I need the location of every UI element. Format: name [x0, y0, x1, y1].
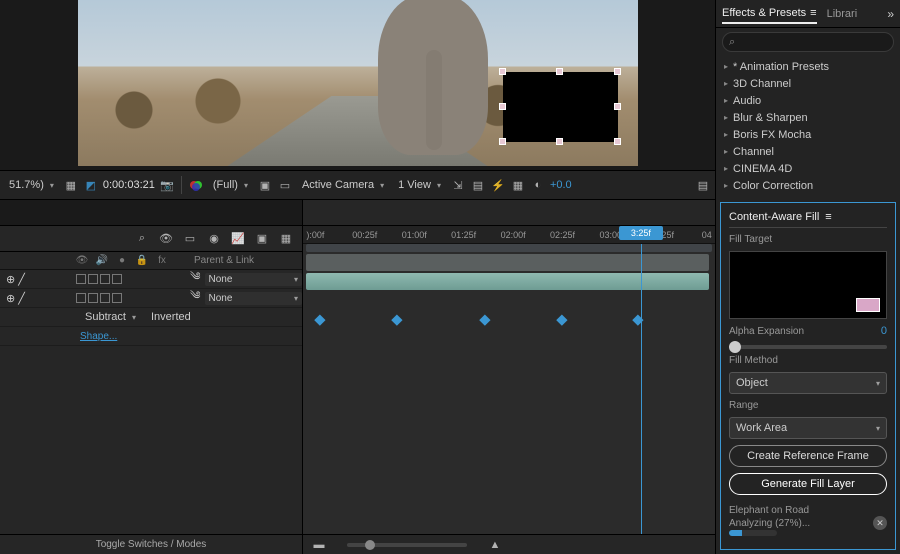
search-icon: ⌕: [729, 36, 735, 49]
effects-tree: ▸* Animation Presets ▸3D Channel ▸Audio …: [716, 56, 900, 196]
mask-visibility-icon[interactable]: ◩: [83, 177, 99, 193]
alpha-expansion-label: Alpha Expansion: [729, 326, 804, 337]
snapshot-icon[interactable]: 📷: [159, 177, 175, 193]
expand-panels-icon[interactable]: »: [887, 7, 894, 21]
timeline-zoom-slider[interactable]: [347, 543, 467, 547]
fill-method-dropdown[interactable]: Object▾: [729, 372, 887, 394]
views-dropdown[interactable]: 1 View▾: [393, 174, 446, 196]
zoom-dropdown[interactable]: 51.7%)▾: [4, 174, 59, 196]
audio-switch-icon: 🔊: [94, 253, 110, 269]
composition-tab[interactable]: [0, 200, 302, 226]
keyframe-icon[interactable]: [556, 314, 567, 325]
parent-dropdown[interactable]: None▾: [205, 292, 302, 305]
hamburger-icon[interactable]: ≡: [810, 7, 816, 19]
fill-method-label: Fill Method: [729, 355, 887, 366]
keyframe-icon[interactable]: [633, 314, 644, 325]
viewer-toolbar: 51.7%)▾ ▦ ◩ 0:00:03:21 📷 (Full)▾ ▣ ▭ Act…: [0, 170, 715, 200]
graph-editor-icon[interactable]: 📈: [230, 231, 246, 247]
keyframe-icon[interactable]: [391, 314, 402, 325]
frame-blend-icon[interactable]: ▭: [182, 231, 198, 247]
effects-category[interactable]: ▸Blur & Sharpen: [716, 109, 900, 126]
mask-handle[interactable]: [614, 103, 621, 110]
current-timecode[interactable]: 0:00:03:21: [103, 179, 155, 191]
layer-row[interactable]: ⊕╱ ༄None▾: [0, 289, 302, 308]
timeline-icon[interactable]: ▦: [510, 177, 526, 193]
status-progress-text: Analyzing (27%)...: [729, 518, 810, 529]
fast-preview-icon[interactable]: ⚡: [490, 177, 506, 193]
motion-blur-icon[interactable]: ◉: [206, 231, 222, 247]
mask-handle[interactable]: [556, 138, 563, 145]
keyframe-icon[interactable]: [480, 314, 491, 325]
effects-category[interactable]: ▸Channel: [716, 143, 900, 160]
solo-switch-icon: ●: [114, 253, 130, 269]
shy-icon[interactable]: 👁: [158, 231, 174, 247]
mask-handle[interactable]: [614, 68, 621, 75]
cancel-button[interactable]: ✕: [873, 516, 887, 530]
panel-title: Content-Aware Fill: [729, 211, 819, 223]
alpha-expansion-slider[interactable]: [729, 345, 887, 349]
range-dropdown[interactable]: Work Area▾: [729, 417, 887, 439]
fill-target-preview: [729, 251, 887, 319]
render-time-icon[interactable]: ▦: [278, 231, 294, 247]
zoom-in-icon[interactable]: ▲: [487, 537, 503, 553]
tab-libraries[interactable]: Librari: [827, 5, 858, 23]
mask-shape[interactable]: [503, 72, 618, 142]
mask-mode-dropdown[interactable]: Subtract▾: [80, 306, 141, 328]
video-switch-icon: 👁: [74, 253, 90, 269]
toggle-switches-button[interactable]: Toggle Switches / Modes: [0, 534, 302, 554]
zoom-out-icon[interactable]: ▬: [311, 537, 327, 553]
mask-shape-link[interactable]: Shape...: [80, 331, 117, 342]
work-area-bar[interactable]: [306, 244, 712, 252]
camera-dropdown[interactable]: Active Camera▾: [297, 174, 389, 196]
effects-category[interactable]: ▸Audio: [716, 92, 900, 109]
effects-search-input[interactable]: ⌕: [722, 32, 894, 52]
mask-handle[interactable]: [556, 68, 563, 75]
status-filename: Elephant on Road: [729, 505, 887, 516]
transparency-grid-icon[interactable]: ▣: [257, 177, 273, 193]
timeline-tracks[interactable]: 3:25f: [303, 244, 715, 534]
pixel-aspect-icon[interactable]: ▤: [470, 177, 486, 193]
resolution-dropdown[interactable]: (Full)▾: [208, 174, 253, 196]
content-aware-fill-panel: Content-Aware Fill ≡ Fill Target Alpha Ex…: [720, 202, 896, 550]
inverted-label[interactable]: Inverted: [151, 311, 191, 323]
timeline-tools: ⌕ 👁 ▭ ◉ 📈 ▣ ▦: [0, 226, 302, 252]
panel-menu-icon[interactable]: ▤: [695, 177, 711, 193]
create-reference-frame-button[interactable]: Create Reference Frame: [729, 445, 887, 467]
fx-switch-icon: fx: [154, 253, 170, 269]
range-label: Range: [729, 400, 887, 411]
tab-effects-presets[interactable]: Effects & Presets≡: [722, 4, 817, 24]
effects-category[interactable]: ▸* Animation Presets: [716, 58, 900, 75]
search-icon[interactable]: ⌕: [134, 231, 150, 247]
keyframe-icon[interactable]: [314, 314, 325, 325]
mask-handle[interactable]: [499, 138, 506, 145]
channels-icon[interactable]: [188, 177, 204, 193]
roi-icon[interactable]: ▭: [277, 177, 293, 193]
lock-switch-icon: 🔒: [134, 253, 150, 269]
fill-target-label: Fill Target: [729, 234, 887, 245]
effects-category[interactable]: ▸Color Correction: [716, 177, 900, 194]
alpha-expansion-value[interactable]: 0: [881, 325, 887, 337]
reset-exposure-icon[interactable]: ◐: [530, 177, 546, 193]
layer-bar[interactable]: [306, 273, 709, 290]
exposure-value[interactable]: +0.0: [550, 179, 572, 191]
mask-handle[interactable]: [614, 138, 621, 145]
draft-3d-icon[interactable]: ▣: [254, 231, 270, 247]
generate-fill-layer-button[interactable]: Generate Fill Layer: [729, 473, 887, 495]
playhead[interactable]: 3:25f: [641, 244, 642, 534]
effects-category[interactable]: ▸CINEMA 4D: [716, 160, 900, 177]
share-view-icon[interactable]: ⇲: [450, 177, 466, 193]
effects-category[interactable]: ▸Boris FX Mocha: [716, 126, 900, 143]
grid-icon[interactable]: ▦: [63, 177, 79, 193]
effects-category[interactable]: ▸3D Channel: [716, 75, 900, 92]
hamburger-icon[interactable]: ≡: [825, 211, 831, 223]
progress-bar: [729, 530, 777, 536]
composition-preview[interactable]: [0, 0, 715, 170]
mask-handle[interactable]: [499, 68, 506, 75]
mask-handle[interactable]: [499, 103, 506, 110]
layer-bar[interactable]: [306, 254, 709, 271]
